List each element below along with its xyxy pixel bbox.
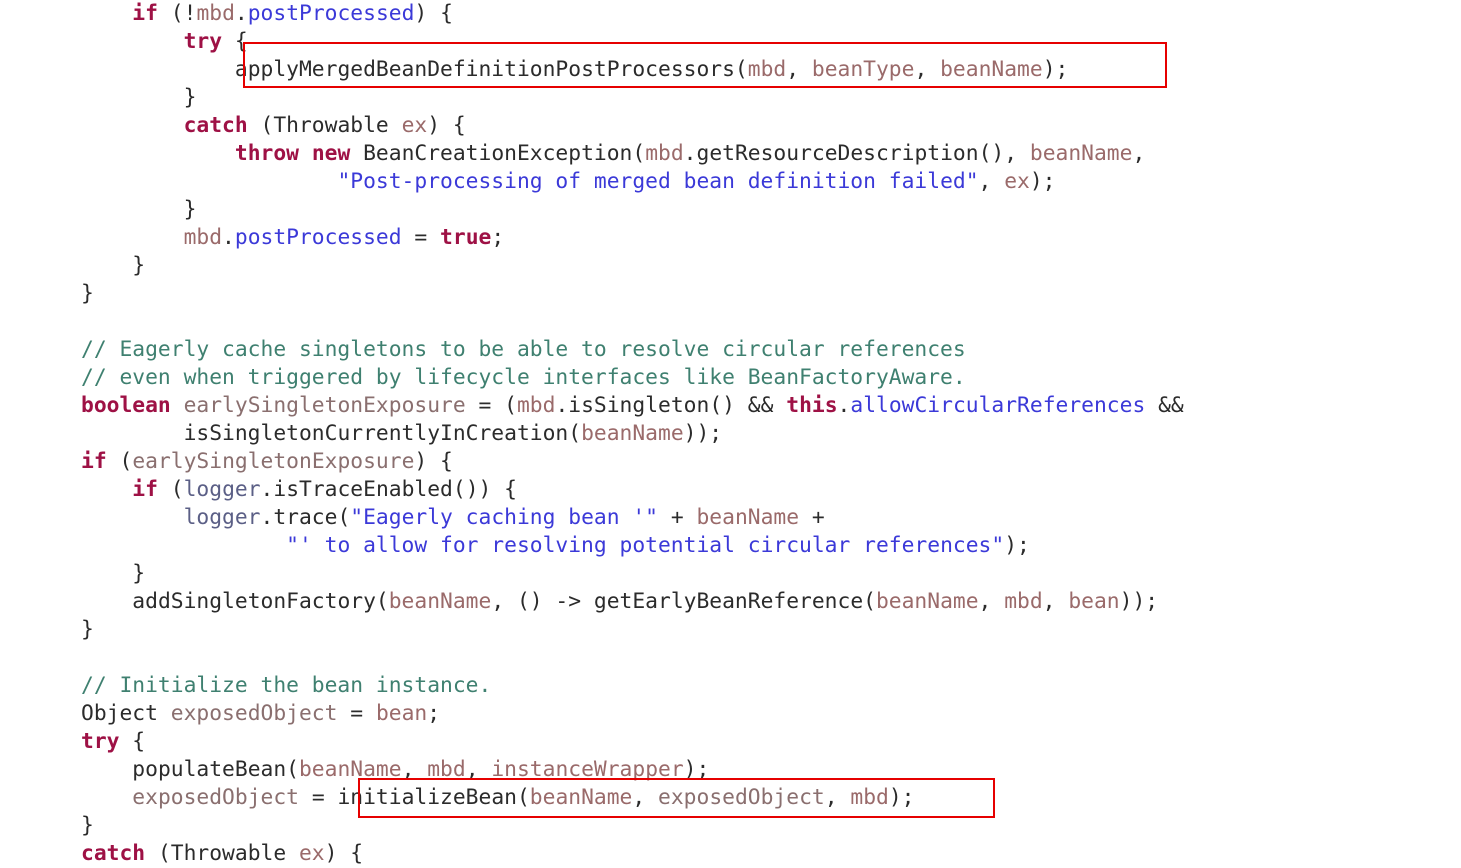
code-line: if (earlySingletonExposure) { <box>81 449 453 474</box>
identifier-ex: ex <box>298 841 325 866</box>
keyword-boolean: boolean <box>81 393 171 418</box>
code-line: throw new BeanCreationException(mbd.getR… <box>234 141 1146 166</box>
code-line: Object exposedObject = bean; <box>81 701 441 726</box>
identifier-mbd: mbd <box>427 757 466 782</box>
code-line: if (logger.isTraceEnabled()) { <box>132 477 517 502</box>
field-postprocessed: postProcessed <box>247 1 415 26</box>
field-logger: logger <box>183 477 261 502</box>
field-logger: logger <box>183 505 261 530</box>
code-line: if (!mbd.postProcessed) { <box>132 1 453 26</box>
code-viewer[interactable]: if (!mbd.postProcessed) { try { applyMer… <box>0 0 1461 866</box>
code-line: catch (Throwable ex) { <box>81 841 364 866</box>
code-line: // Initialize the bean instance. <box>81 672 1184 700</box>
code-line: applyMergedBeanDefinitionPostProcessors(… <box>234 57 1069 82</box>
identifier-beanname: beanName <box>388 589 492 614</box>
code-line: try { <box>81 729 146 754</box>
identifier-ex: ex <box>1004 169 1030 194</box>
variable-earlysingletonexposure: earlySingletonExposure <box>132 449 415 474</box>
variable-exposedobject: exposedObject <box>170 701 338 726</box>
identifier-instancewrapper: instanceWrapper <box>491 757 684 782</box>
field-postprocessed: postProcessed <box>234 225 402 250</box>
type-beancreationexception: BeanCreationException( <box>363 141 646 166</box>
comment-lifecycle-interfaces: // even when triggered by lifecycle inte… <box>81 365 966 390</box>
identifier-mbd: mbd <box>183 225 223 250</box>
identifier-bean: bean <box>1068 589 1120 614</box>
code-line: "Post-processing of merged bean definiti… <box>337 169 1056 194</box>
keyword-if: if <box>132 1 158 26</box>
field-allowcircularreferences: allowCircularReferences <box>850 393 1146 418</box>
code-line: } <box>81 813 94 838</box>
identifier-bean: bean <box>375 701 428 726</box>
code-line: addSingletonFactory(beanName, () -> getE… <box>132 589 1159 614</box>
code-line: // Eagerly cache singletons to be able t… <box>81 336 1184 364</box>
code-line: } <box>183 197 197 222</box>
keyword-catch: catch <box>183 113 248 138</box>
identifier-beanname: beanName <box>581 421 684 446</box>
code-line: } <box>81 281 94 306</box>
code-line: } <box>132 561 146 586</box>
keyword-try: try <box>81 729 120 754</box>
code-line: try { <box>183 29 248 54</box>
identifier-beanname: beanName <box>529 785 633 810</box>
keyword-new: new <box>311 141 351 166</box>
type-object: Object <box>81 701 158 726</box>
string-post-processing-failed: "Post-processing of merged bean definiti… <box>337 169 979 194</box>
keyword-try: try <box>183 29 223 54</box>
identifier-beanname: beanName <box>696 505 800 530</box>
identifier-mbd: mbd <box>516 393 556 418</box>
code-line: } <box>81 617 94 642</box>
variable-earlysingletonexposure: earlySingletonExposure <box>183 393 466 418</box>
identifier-beanname: beanName <box>1029 141 1133 166</box>
keyword-if: if <box>132 477 158 502</box>
identifier-mbd: mbd <box>747 57 787 82</box>
code-line: exposedObject = initializeBean(beanName,… <box>132 785 915 810</box>
code-line: // even when triggered by lifecycle inte… <box>81 364 1184 392</box>
code-line: "' to allow for resolving potential circ… <box>286 533 1030 558</box>
identifier-mbd: mbd <box>850 785 889 810</box>
keyword-this: this <box>786 393 838 418</box>
identifier-mbd: mbd <box>645 141 684 166</box>
call-issingletoncurrentlyincreation: isSingletonCurrentlyInCreation( <box>183 421 582 446</box>
variable-exposedobject: exposedObject <box>658 785 825 810</box>
identifier-mbd: mbd <box>196 1 235 26</box>
code-line: boolean earlySingletonExposure = (mbd.is… <box>81 393 1184 418</box>
keyword-true: true <box>440 225 492 250</box>
call-initializebean: initializeBean( <box>337 785 530 810</box>
code-line: } <box>183 85 197 110</box>
code-line: mbd.postProcessed = true; <box>183 225 505 250</box>
code-line: } <box>132 253 146 278</box>
comment-initialize-bean-instance: // Initialize the bean instance. <box>81 673 492 698</box>
code-line: logger.trace("Eagerly caching bean '" + … <box>183 505 825 530</box>
code-line: populateBean(beanName, mbd, instanceWrap… <box>132 757 710 782</box>
keyword-if: if <box>81 449 107 474</box>
comment-eagerly-cache: // Eagerly cache singletons to be able t… <box>81 337 966 362</box>
keyword-catch: catch <box>81 841 146 866</box>
identifier-mbd: mbd <box>1004 589 1043 614</box>
string-eagerly-caching-bean: "Eagerly caching bean '" <box>350 505 659 530</box>
call-populatebean: populateBean( <box>132 757 299 782</box>
code-line: isSingletonCurrentlyInCreation(beanName)… <box>183 421 723 446</box>
identifier-beantype: beanType <box>811 57 915 82</box>
identifier-beanname: beanName <box>875 589 979 614</box>
identifier-ex: ex <box>401 113 428 138</box>
variable-exposedobject: exposedObject <box>132 785 299 810</box>
code-line: catch (Throwable ex) { <box>183 113 466 138</box>
identifier-beanname: beanName <box>298 757 402 782</box>
call-applymergedbeandefinitionpostprocessors: applyMergedBeanDefinitionPostProcessors( <box>234 57 748 82</box>
identifier-beanname: beanName <box>940 57 1043 82</box>
keyword-throw: throw <box>234 141 299 166</box>
code-listing[interactable]: if (!mbd.postProcessed) { try { applyMer… <box>81 0 1184 868</box>
string-to-allow-resolving: "' to allow for resolving potential circ… <box>286 533 1005 558</box>
call-addsingletonfactory: addSingletonFactory( <box>132 589 389 614</box>
